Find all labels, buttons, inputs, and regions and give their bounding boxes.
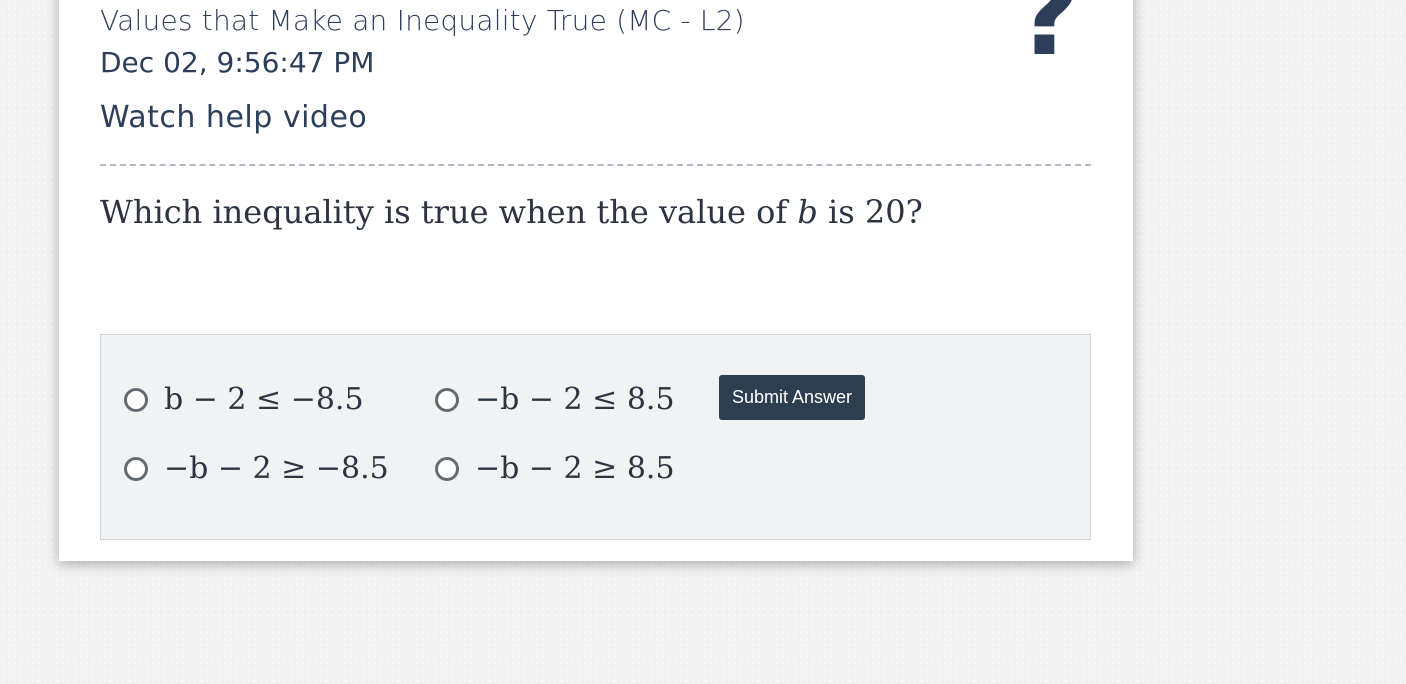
question-middle: is [817,193,865,231]
choice-2[interactable]: −b − 2 ≤ 8.5 [435,382,675,417]
choice-1-label: b − 2 ≤ −8.5 [164,382,364,417]
question-text: Which inequality is true when the value … [100,193,923,231]
question-suffix: ? [905,193,923,231]
problem-title: Values that Make an Inequality True (MC … [100,4,745,37]
divider [100,164,1091,166]
choice-3-radio[interactable] [124,456,148,481]
choice-4[interactable]: −b − 2 ≥ 8.5 [435,451,675,486]
submit-answer-button[interactable]: Submit Answer [719,375,865,420]
choice-3-label: −b − 2 ≥ −8.5 [164,451,389,486]
choice-3[interactable]: −b − 2 ≥ −8.5 [124,451,389,486]
choice-4-label: −b − 2 ≥ 8.5 [475,451,675,486]
choice-2-radio[interactable] [435,387,459,412]
problem-timestamp: Dec 02, 9:56:47 PM [100,46,375,79]
question-mark-icon[interactable]: ? [1010,0,1086,72]
choice-4-radio[interactable] [435,456,459,481]
choice-1-radio[interactable] [124,387,148,412]
question-variable: b [797,193,818,231]
choice-1[interactable]: b − 2 ≤ −8.5 [124,382,364,417]
answer-choices-panel [100,334,1091,540]
question-prefix: Which inequality is true when the value … [100,193,798,231]
question-value: 20 [864,193,906,231]
watch-help-video-link[interactable]: Watch help video [100,100,367,135]
choice-2-label: −b − 2 ≤ 8.5 [475,382,675,417]
